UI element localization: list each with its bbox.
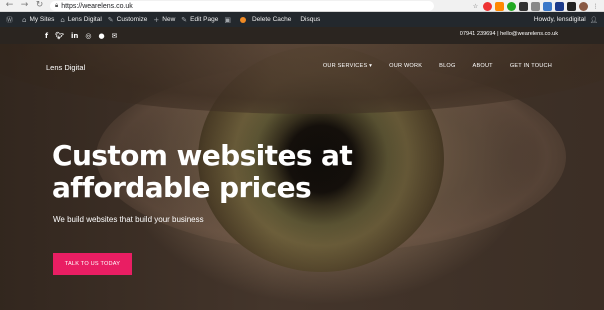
star-icon[interactable]: ☆ [471, 2, 480, 11]
delete-cache-link[interactable]: Delete Cache [239, 16, 292, 23]
back-icon[interactable]: ← [4, 0, 15, 11]
browser-toolbar: ← → ↻ 🔒︎ https://wearelens.co.uk ☆ ⋮ [0, 0, 604, 12]
delete-cache-label: Delete Cache [251, 16, 292, 23]
wordpress-menu[interactable]: Ⓦ [6, 15, 16, 25]
customize-link[interactable]: ✎ Customize [108, 16, 148, 24]
github-icon[interactable]: ● [98, 32, 104, 40]
hero-subline: We build websites that build your busine… [53, 215, 204, 224]
my-sites-label: My Sites [29, 16, 55, 23]
plugin-icon: ▣ [224, 15, 231, 24]
linkedin-icon[interactable]: in [71, 32, 78, 40]
reload-icon[interactable]: ↻ [34, 0, 45, 11]
customize-icon: ✎ [107, 15, 114, 24]
account-menu[interactable]: Howdy, lensdigital 👤︎ [534, 12, 598, 27]
hero-headline-line1: Custom websites at [52, 139, 353, 172]
howdy-label: Howdy, lensdigital [533, 16, 586, 23]
user-avatar-icon: 👤︎ [589, 15, 598, 24]
extension-icon-navy[interactable] [555, 1, 564, 11]
my-sites-menu[interactable]: ⌂ My Sites [22, 16, 54, 24]
top-contact-strip: f 🐦︎ in ◎ ● ✉ 07941 239694 | hello@weare… [0, 27, 604, 44]
menu-icon[interactable]: ⋮ [591, 2, 600, 11]
nav-get-in-touch[interactable]: GET IN TOUCH [510, 63, 552, 69]
plus-icon: + [153, 15, 160, 24]
status-dot-icon [239, 16, 246, 23]
extension-icon-orange[interactable] [495, 1, 504, 11]
forward-icon[interactable]: → [19, 0, 30, 11]
disqus-link[interactable]: Disqus [300, 16, 320, 23]
facebook-icon[interactable]: f [45, 32, 48, 40]
extension-icon-dark[interactable] [519, 1, 528, 11]
disqus-label: Disqus [300, 16, 321, 23]
site-logo[interactable]: Lens Digital [46, 63, 85, 72]
customize-label: Customize [116, 16, 148, 23]
extension-icon-gray[interactable] [531, 1, 540, 11]
hero-headline: Custom websites at affordable prices [52, 140, 382, 204]
main-navigation: OUR SERVICES ▾ OUR WORK BLOG ABOUT GET I… [323, 63, 552, 69]
new-content-menu[interactable]: + New [153, 16, 175, 24]
social-links: f 🐦︎ in ◎ ● ✉ [45, 32, 117, 40]
nav-about[interactable]: ABOUT [473, 63, 493, 69]
instagram-icon[interactable]: ◎ [85, 32, 91, 40]
url-text: https://wearelens.co.uk [61, 2, 133, 10]
hero-section: Lens Digital OUR SERVICES ▾ OUR WORK BLO… [0, 44, 604, 310]
edit-page-link[interactable]: ✎ Edit Page [181, 16, 218, 24]
wordpress-icon: Ⓦ [6, 15, 13, 24]
nav-our-services[interactable]: OUR SERVICES ▾ [323, 63, 372, 69]
extension-icon-red[interactable] [483, 1, 492, 11]
lock-icon: 🔒︎ [55, 2, 59, 9]
extension-icon-black[interactable] [567, 1, 576, 11]
profile-avatar[interactable] [579, 1, 588, 11]
plugin-menu[interactable]: ▣ [224, 16, 234, 24]
extension-icon-green[interactable] [507, 1, 516, 11]
email-icon[interactable]: ✉ [112, 32, 118, 40]
nav-our-work[interactable]: OUR WORK [389, 63, 422, 69]
wp-admin-bar: Ⓦ ⌂ My Sites ⌂ Lens Digital ✎ Customize … [0, 12, 604, 27]
site-name-menu[interactable]: ⌂ Lens Digital [60, 16, 101, 24]
talk-to-us-button[interactable]: TALK TO US TODAY [53, 253, 132, 275]
extension-icon-blue[interactable] [543, 1, 552, 11]
new-label: New [162, 16, 176, 23]
site-icon: ⌂ [60, 15, 65, 24]
edit-page-label: Edit Page [190, 16, 219, 23]
hero-headline-line2: affordable prices [52, 171, 312, 204]
contact-info: 07941 239694 | hello@wearelens.co.uk [459, 31, 558, 37]
address-bar[interactable]: 🔒︎ https://wearelens.co.uk [50, 1, 434, 11]
extension-tray: ☆ ⋮ [471, 1, 600, 11]
nav-blog[interactable]: BLOG [439, 63, 455, 69]
edit-icon: ✎ [181, 15, 188, 24]
site-name-label: Lens Digital [67, 16, 102, 23]
twitter-icon[interactable]: 🐦︎ [55, 32, 64, 40]
my-sites-icon: ⌂ [22, 15, 27, 24]
